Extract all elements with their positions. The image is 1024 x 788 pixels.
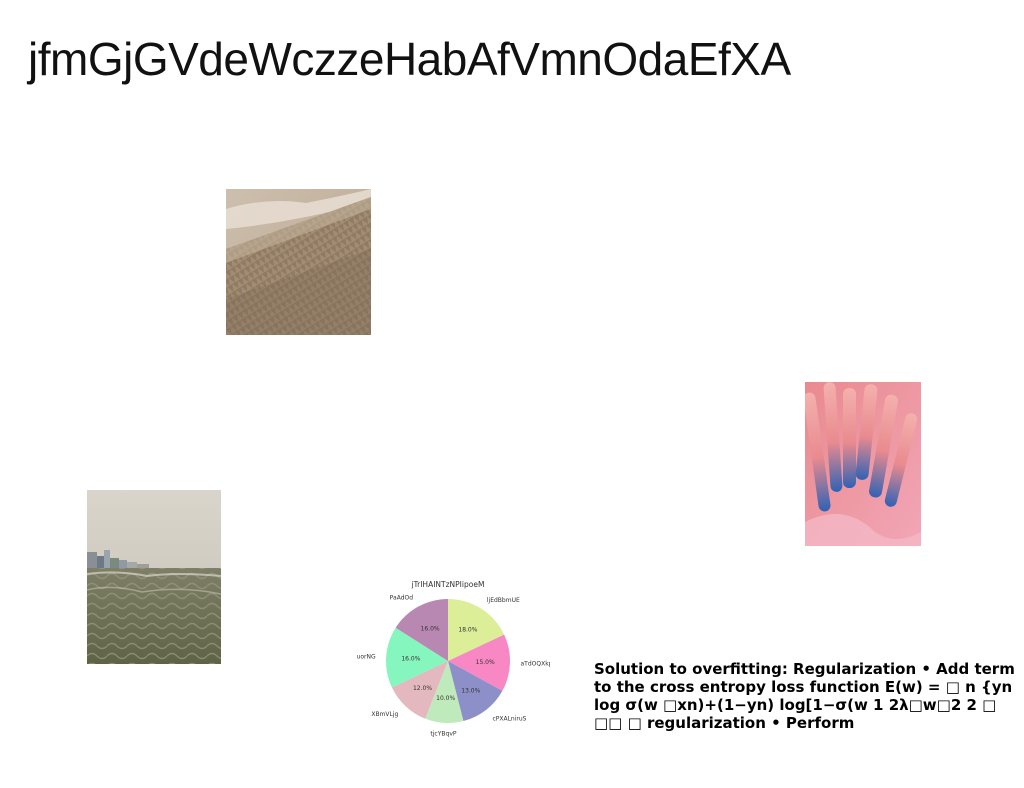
- pie-category-label: cPXALniruS: [492, 715, 526, 722]
- pie-percent-label: 12.0%: [413, 685, 432, 692]
- pie-category-label: aTdOQXkp: [521, 660, 551, 667]
- coral-photo: [805, 382, 921, 546]
- slide-title: jfmGjGVdeWczzeHabAfVmnOdaEfXA: [28, 33, 791, 85]
- pie-percent-label: 13.0%: [461, 687, 480, 694]
- pie-category-label: tjcYBqvP: [430, 730, 456, 737]
- pie-category-label: uorNG: [357, 653, 376, 660]
- pie-percent-label: 16.0%: [421, 625, 440, 632]
- slide-body-text: Solution to overfitting: Regularization …: [594, 660, 1015, 732]
- sea-photo: [87, 490, 221, 664]
- pie-category-label: XBmVLjg: [371, 711, 398, 718]
- pie-category-label: PaAdOd: [390, 594, 414, 601]
- chart-title: jTrIHAINTzNPIipoeM: [411, 580, 485, 589]
- pie-percent-label: 16.0%: [401, 656, 420, 663]
- pie-category-label: ljEdBbmUE: [487, 597, 520, 604]
- pie-chart: jTrIHAINTzNPIipoeM 18.0% ljEdBbmUE 15.0% aT…: [357, 580, 551, 737]
- forest-photo: [226, 189, 371, 335]
- pie-percent-label: 18.0%: [458, 627, 477, 634]
- pie-percent-label: 15.0%: [476, 659, 495, 666]
- pie-percent-label: 10.0%: [436, 695, 455, 702]
